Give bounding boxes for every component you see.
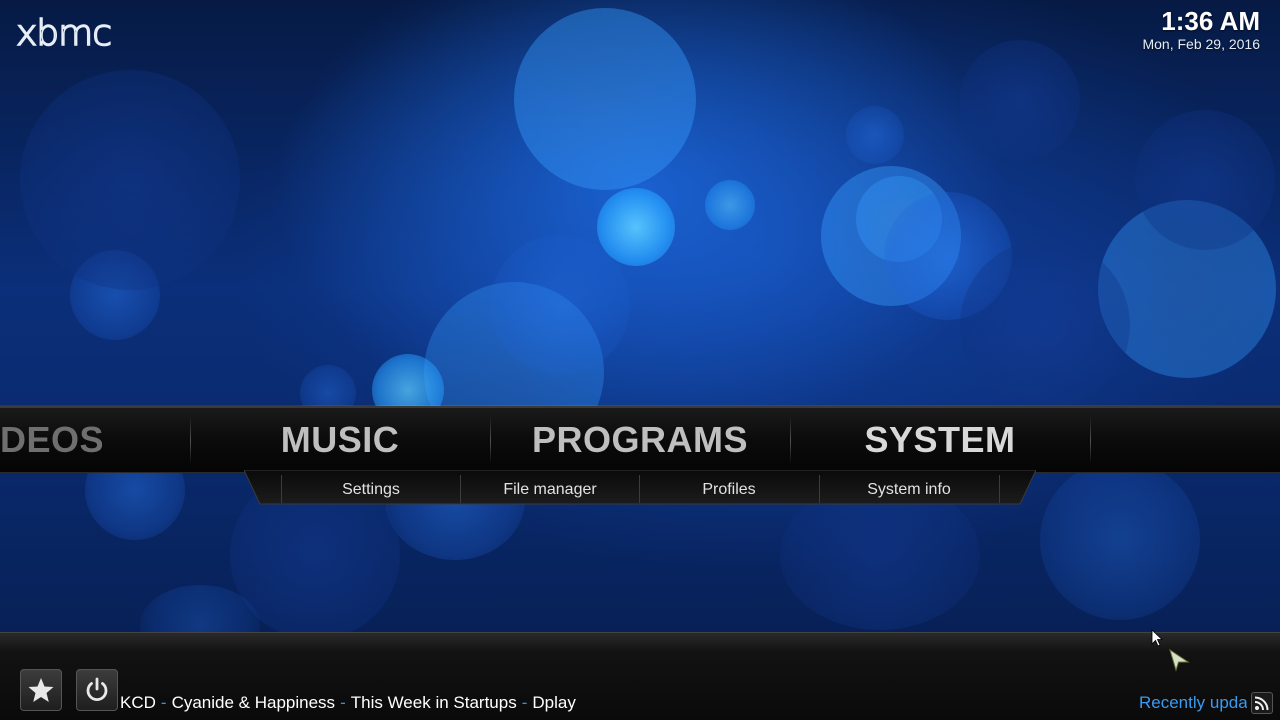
ticker-item: KCD	[120, 693, 156, 712]
submenu-item-profiles[interactable]: Profiles	[640, 470, 818, 506]
power-button[interactable]	[76, 669, 118, 711]
menu-item-videos[interactable]: DEOS	[0, 408, 184, 472]
power-icon	[86, 677, 108, 702]
ticker-item: This Week in Startups	[350, 693, 517, 712]
clock-time: 1:36 AM	[1161, 6, 1260, 36]
menu-divider	[1090, 416, 1091, 464]
clock: 1:36 AM Mon, Feb 29, 2016	[1142, 6, 1260, 52]
ticker-item: Cyanide & Happiness	[171, 693, 336, 712]
ticker-separator: -	[160, 693, 167, 712]
recently-updated-label[interactable]: Recently upda	[1139, 691, 1247, 715]
system-submenu: Settings File manager Profiles System in…	[244, 470, 1036, 506]
star-icon	[28, 678, 54, 702]
menu-item-programs[interactable]: PROGRAMS	[490, 408, 790, 472]
submenu-item-system-info[interactable]: System info	[820, 470, 998, 506]
ticker-item: Dplay	[532, 693, 576, 712]
ticker-separator: -	[340, 693, 346, 712]
submenu-divider	[999, 475, 1000, 503]
rss-icon[interactable]	[1251, 692, 1273, 714]
main-menu-bar: DEOS MUSIC PROGRAMS SYSTEM	[0, 406, 1280, 473]
mouse-cursor-icon	[1151, 629, 1190, 672]
menu-item-system[interactable]: SYSTEM	[790, 408, 1090, 472]
xbmc-logo: xbmc	[15, 13, 113, 55]
favourites-button[interactable]	[20, 669, 62, 711]
rss-ticker[interactable]: KCD - Cyanide & Happiness - This Week in Sta…	[120, 691, 1130, 715]
ticker-separator: -	[521, 693, 528, 712]
bottom-bar: KCD - Cyanide & Happiness - This Week in Sta…	[0, 632, 1280, 720]
home-screen: xbmc 1:36 AM Mon, Feb 29, 2016 DEOS MUSI…	[0, 0, 1280, 720]
clock-date: Mon, Feb 29, 2016	[1142, 36, 1260, 52]
submenu-item-settings[interactable]: Settings	[282, 470, 460, 506]
menu-item-music[interactable]: MUSIC	[190, 408, 490, 472]
submenu-item-file-manager[interactable]: File manager	[461, 470, 639, 506]
